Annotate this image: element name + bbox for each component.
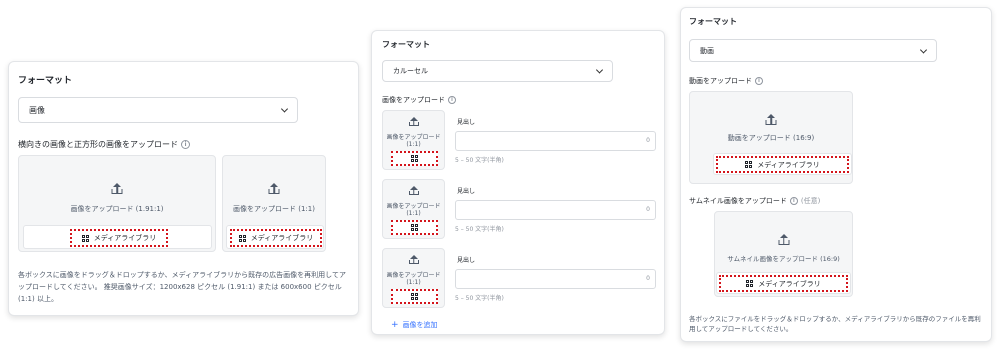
format-select[interactable]: カルーセル	[382, 60, 613, 82]
upload-box-text: 画像をアップロード	[386, 203, 441, 210]
thumbnail-section-label: サムネイル画像をアップロード i (任意)	[689, 196, 820, 206]
plus-icon: +	[391, 320, 399, 330]
video-section-label: 動画をアップロード i	[689, 76, 763, 86]
headline-input[interactable]: 0	[455, 131, 656, 151]
media-library-button[interactable]: メディアライブラリ	[226, 225, 324, 249]
thumbnail-section-label-text: サムネイル画像をアップロード	[689, 197, 787, 205]
upload-box-text: 画像をアップロード (1:1)	[233, 205, 315, 213]
media-library-label: メディアライブラリ	[758, 279, 821, 288]
panel-title: フォーマット	[382, 40, 430, 49]
panel-carousel-format: フォーマット カルーセル 画像をアップロード i 画像をアップロード (1:1)…	[371, 30, 665, 335]
format-select[interactable]: 動画	[689, 39, 937, 62]
media-library-button[interactable]	[391, 289, 438, 304]
upload-icon	[111, 183, 123, 195]
upload-section-label-text: 横向きの画像と正方形の画像をアップロード	[18, 140, 178, 149]
media-grid-icon	[745, 161, 753, 168]
media-grid-icon	[238, 234, 246, 242]
media-library-highlight: メディアライブラリ	[230, 229, 322, 247]
panel-video-format: フォーマット 動画 動画をアップロード i 動画をアップロード (16:9) メ…	[680, 7, 992, 342]
media-grid-icon	[411, 224, 418, 231]
format-select-value: 動画	[700, 46, 714, 55]
media-grid-icon	[81, 234, 89, 242]
upload-box-ratio: (1:1)	[406, 210, 421, 217]
media-library-button[interactable]: メディアライブラリ	[23, 225, 212, 249]
headline-input[interactable]: 0	[455, 200, 656, 220]
upload-box-text: 画像をアップロード (1.91:1)	[70, 205, 164, 213]
char-hint: 5 – 50 文字(半角)	[455, 157, 504, 164]
carousel-upload-box[interactable]: 画像をアップロード (1:1)	[382, 248, 445, 308]
upload-section-label-text: 画像をアップロード	[382, 96, 445, 104]
info-icon[interactable]: i	[181, 140, 190, 149]
headline-label: 見出し	[457, 257, 476, 264]
help-text: 各ボックスに画像をドラッグ＆ドロップするか、メディアライブラリから既存の広告画像…	[18, 271, 346, 303]
upload-icon	[408, 255, 419, 265]
char-count: 0	[646, 137, 650, 144]
media-library-highlight: メディアライブラリ	[70, 229, 168, 247]
upload-icon	[778, 234, 790, 246]
upload-box-text: 動画をアップロード (16:9)	[727, 134, 815, 142]
media-library-highlight: メディアライブラリ	[716, 156, 849, 173]
video-upload-box[interactable]: 動画をアップロード (16:9) メディアライブラリ	[689, 91, 853, 184]
media-library-label: メディアライブラリ	[250, 234, 314, 242]
media-library-label: メディアライブラリ	[93, 234, 157, 242]
format-select-value: カルーセル	[393, 67, 428, 75]
format-select-value: 画像	[29, 105, 45, 115]
upload-icon	[408, 186, 419, 196]
headline-label: 見出し	[457, 119, 476, 126]
optional-label: (任意)	[800, 197, 821, 205]
upload-box-text: 画像をアップロード	[386, 134, 441, 141]
upload-section-label: 横向きの画像と正方形の画像をアップロード i	[18, 139, 190, 150]
media-grid-icon	[411, 293, 418, 300]
headline-label: 見出し	[457, 188, 476, 195]
upload-box-text: 画像をアップロード	[386, 272, 441, 279]
upload-box-ratio: (1:1)	[406, 279, 421, 286]
thumbnail-upload-box[interactable]: サムネイル画像をアップロード (16:9) メディアライブラリ	[714, 211, 853, 297]
upload-box-landscape[interactable]: 画像をアップロード (1.91:1) メディアライブラリ	[18, 155, 216, 252]
media-library-button[interactable]	[391, 220, 438, 235]
upload-section-label: 画像をアップロード i	[382, 95, 456, 105]
panel-title: フォーマット	[18, 76, 73, 86]
char-hint: 5 – 50 文字(半角)	[455, 226, 504, 233]
info-icon[interactable]: i	[789, 197, 798, 205]
panel-image-format: フォーマット 画像 横向きの画像と正方形の画像をアップロード i 画像をアップロ…	[8, 61, 359, 316]
media-grid-icon	[746, 280, 754, 287]
carousel-upload-box[interactable]: 画像をアップロード (1:1)	[382, 179, 445, 239]
media-library-highlight: メディアライブラリ	[719, 275, 848, 292]
media-grid-icon	[411, 155, 418, 162]
chevron-down-icon	[595, 66, 604, 74]
add-image-label: 画像を追加	[402, 321, 438, 329]
media-library-button[interactable]	[391, 151, 438, 166]
info-icon[interactable]: i	[448, 96, 456, 104]
format-select[interactable]: 画像	[18, 97, 298, 123]
add-image-link[interactable]: + 画像を追加	[391, 320, 438, 330]
video-section-label-text: 動画をアップロード	[689, 77, 752, 85]
char-hint: 5 – 50 文字(半角)	[455, 295, 504, 302]
chevron-down-icon	[919, 45, 928, 54]
upload-box-text: サムネイル画像をアップロード (16:9)	[727, 255, 840, 263]
help-text: 各ボックスにファイルをドラッグ＆ドロップするか、メディアライブラリから既存のファ…	[689, 315, 981, 333]
upload-box-ratio: (1:1)	[406, 141, 421, 148]
upload-icon	[408, 117, 419, 127]
upload-box-square[interactable]: 画像をアップロード (1:1) メディアライブラリ	[222, 155, 326, 252]
upload-icon	[765, 114, 777, 126]
media-library-button[interactable]: メディアライブラリ	[716, 272, 851, 294]
media-library-button[interactable]: メディアライブラリ	[713, 153, 852, 175]
chevron-down-icon	[280, 105, 289, 113]
info-icon[interactable]: i	[755, 77, 763, 85]
char-count: 0	[646, 206, 650, 213]
headline-input[interactable]: 0	[455, 269, 656, 289]
char-count: 0	[646, 275, 650, 282]
media-library-label: メディアライブラリ	[757, 160, 820, 169]
panel-title: フォーマット	[689, 17, 737, 26]
upload-icon	[268, 183, 280, 195]
carousel-upload-box[interactable]: 画像をアップロード (1:1)	[382, 110, 445, 170]
